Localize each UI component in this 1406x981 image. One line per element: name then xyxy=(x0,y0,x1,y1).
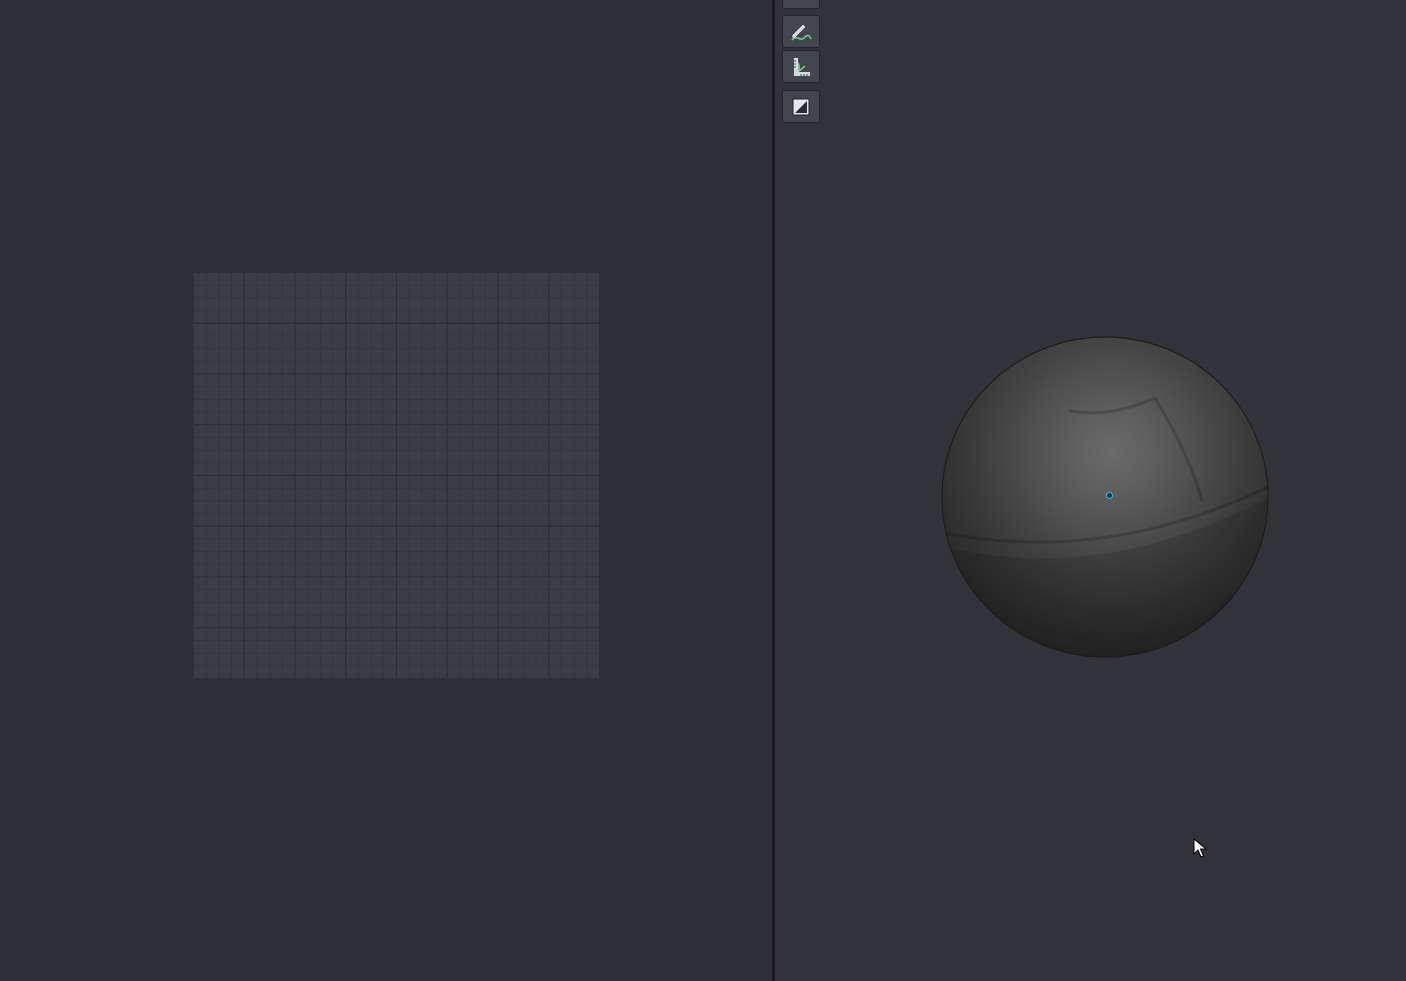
partial-icon xyxy=(792,0,810,2)
sphere-mesh[interactable] xyxy=(940,336,1270,658)
uv-grid[interactable] xyxy=(194,273,600,678)
mouse-cursor-icon xyxy=(1193,837,1208,858)
half-shade-square-icon xyxy=(790,96,812,118)
pivot-point[interactable] xyxy=(1106,492,1113,499)
draw-curve-button[interactable] xyxy=(782,15,820,48)
uv-editor-panel[interactable] xyxy=(0,0,772,981)
viewport-3d-panel[interactable] xyxy=(775,0,1406,981)
ruler-angle-icon xyxy=(789,55,813,79)
measure-button[interactable] xyxy=(782,50,820,83)
display-toggle-button[interactable] xyxy=(782,90,820,123)
app-window xyxy=(0,0,1406,981)
pencil-curve-icon xyxy=(789,20,813,44)
partial-tool-button[interactable] xyxy=(782,0,820,9)
